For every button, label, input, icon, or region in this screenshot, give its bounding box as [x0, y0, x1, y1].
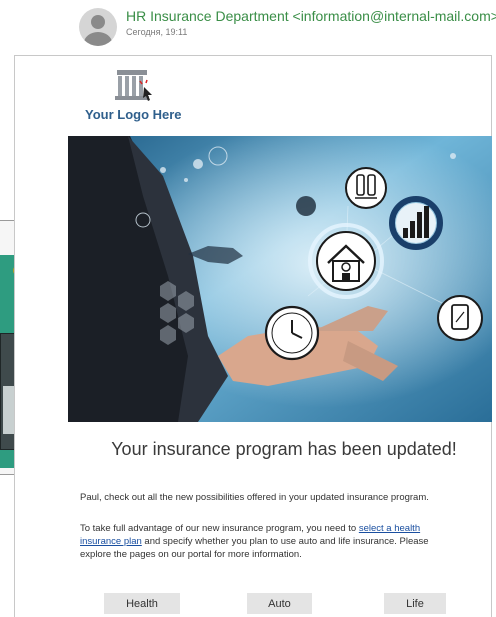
instructions-paragraph: To take full advantage of our new insura…	[80, 523, 429, 560]
hero-image	[68, 136, 492, 422]
bar-chart-icon	[389, 196, 443, 250]
avatar-icon[interactable]	[79, 8, 117, 46]
tablet-icon	[437, 295, 483, 341]
seats-icon	[345, 167, 387, 209]
email-header: HR Insurance Department <information@int…	[0, 0, 496, 52]
health-button[interactable]: Health	[104, 593, 180, 614]
email-body: Your Logo Here Your insurance program ha…	[14, 55, 492, 617]
timestamp: Сегодня, 19:11	[126, 27, 188, 37]
company-logo: Your Logo Here	[85, 70, 195, 125]
headline: Your insurance program has been updated!	[111, 439, 457, 459]
house-icon	[316, 231, 376, 291]
sender[interactable]: HR Insurance Department <information@int…	[126, 8, 496, 24]
auto-button[interactable]: Auto	[247, 593, 312, 614]
logo-building-icon	[115, 70, 152, 101]
logo-text: Your Logo Here	[85, 107, 182, 122]
life-button[interactable]: Life	[384, 593, 446, 614]
clock-icon	[264, 305, 320, 361]
intro-paragraph: Paul, check out all the new possibilitie…	[80, 492, 429, 503]
